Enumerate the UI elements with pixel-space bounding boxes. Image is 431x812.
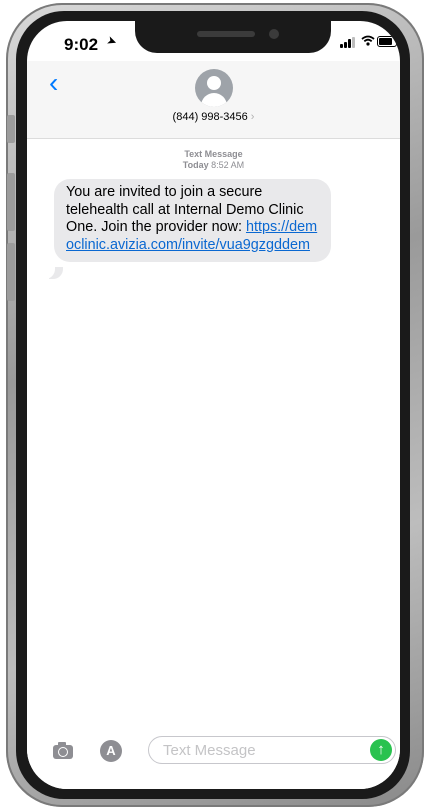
chevron-left-icon[interactable]: ‹ [49, 69, 58, 97]
chevron-right-icon: › [250, 111, 255, 123]
cellular-signal-icon [340, 37, 356, 48]
speaker-grille [197, 31, 255, 37]
arrow-up-icon[interactable]: ↑ [370, 739, 392, 761]
service-label: Text Message [184, 149, 243, 159]
bubble-tail [41, 265, 63, 279]
phone-screen: 9:02 ➤ ‹ (844) 998-3456 › Text Message To… [27, 21, 400, 789]
incoming-message-bubble[interactable]: You are invited to join a secure telehea… [54, 179, 331, 262]
compose-bar: A Text Message ↑ [27, 735, 400, 789]
status-time: 9:02 [64, 35, 99, 54]
thread-timestamp: Text Message Today 8:52 AM [27, 149, 400, 171]
location-arrow-icon: ➤ [104, 32, 120, 50]
timestamp-time: 8:52 AM [211, 160, 245, 170]
camera-icon[interactable] [53, 742, 73, 759]
wifi-icon [361, 34, 375, 49]
volume-down-button [7, 243, 15, 301]
conversation-header: ‹ (844) 998-3456 › [27, 61, 400, 139]
notch [135, 21, 331, 53]
contact-name[interactable]: (844) 998-3456 › [27, 111, 400, 123]
contact-number: (844) 998-3456 [172, 111, 248, 123]
battery-icon [377, 36, 400, 47]
app-store-icon[interactable]: A [100, 740, 122, 762]
front-camera [269, 29, 279, 39]
person-silhouette-icon[interactable] [195, 69, 233, 107]
message-input[interactable]: Text Message [148, 736, 396, 764]
timestamp-day: Today [182, 160, 209, 170]
mute-switch [7, 115, 15, 143]
volume-up-button [7, 173, 15, 231]
